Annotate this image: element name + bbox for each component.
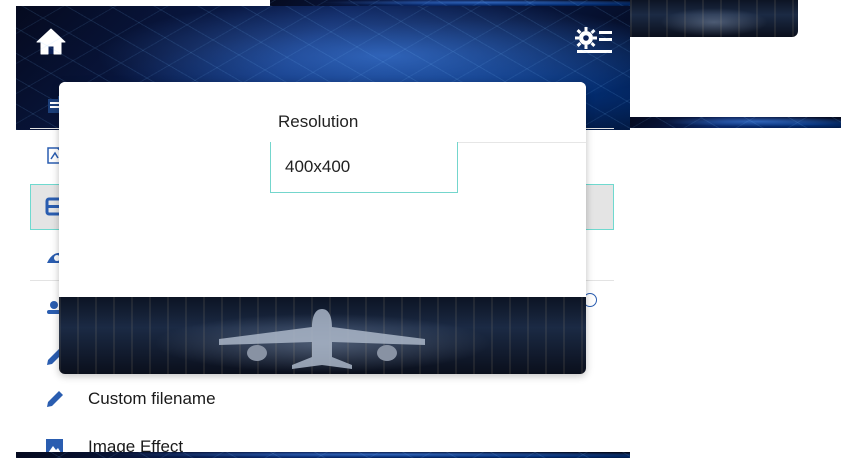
menu-item-label: Custom filename [88,389,216,408]
resolution-dialog: Resolution [59,82,586,374]
settings-button[interactable] [574,22,614,58]
airplane-icon [219,309,425,369]
menu-item-label: Image Effect [88,437,184,456]
background-fragment-right [630,0,798,37]
pencil-icon [47,391,63,407]
dialog-background-image [59,297,586,374]
resolution-input[interactable] [285,157,455,177]
dialog-content: Resolution [59,82,586,297]
resolution-input-box[interactable] [270,142,458,193]
background-strip-bottom [16,452,630,458]
dialog-label: Resolution [278,112,359,131]
menu-item-custom-filename[interactable]: Custom filename [30,376,614,422]
home-icon [36,28,66,55]
settings-list-icon [575,27,612,53]
menu-item-image-effect[interactable]: Image Effect [30,424,614,470]
background-strip-right [630,117,841,128]
divider [458,142,586,143]
home-button[interactable] [34,24,68,58]
